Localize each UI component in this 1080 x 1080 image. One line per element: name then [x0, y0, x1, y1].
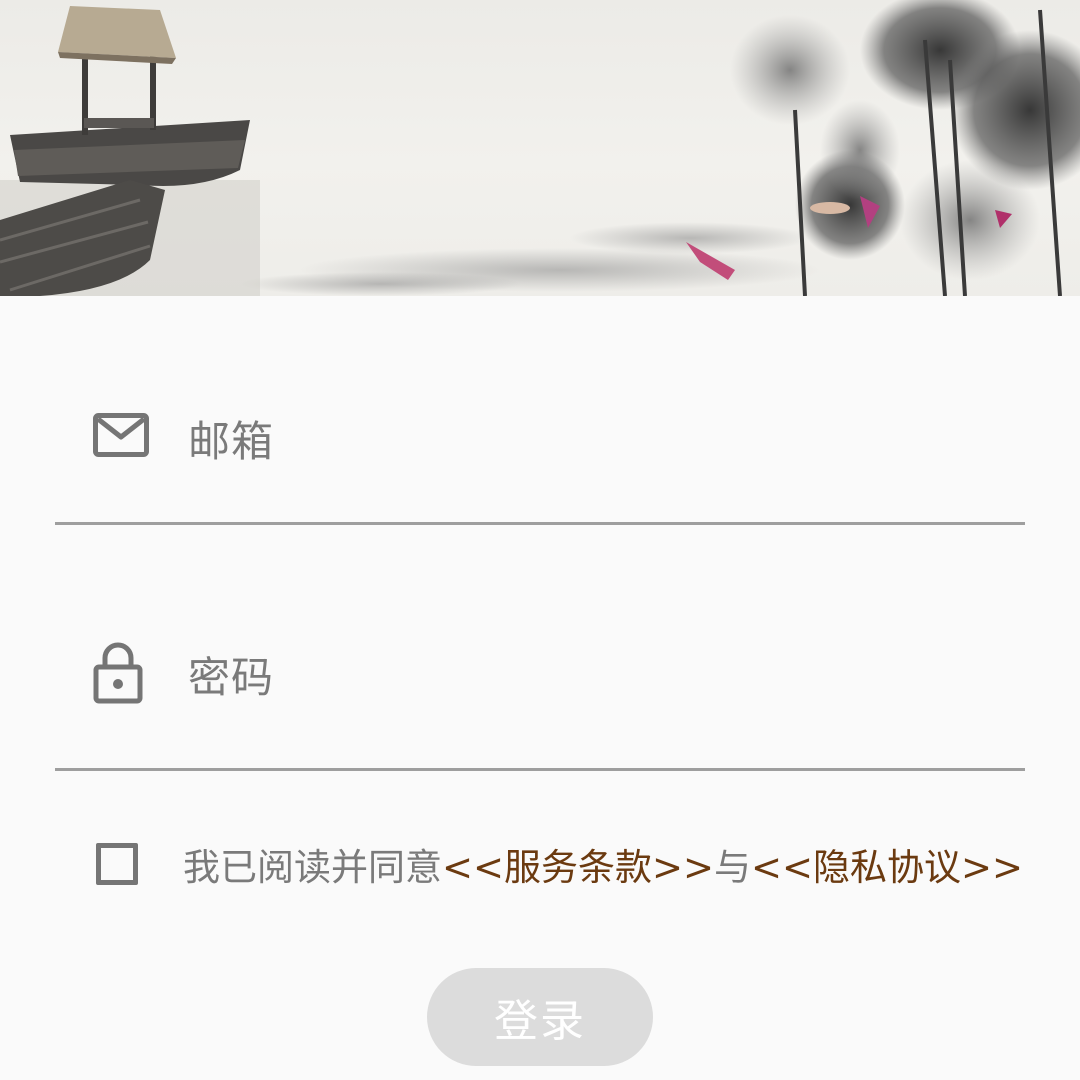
- login-button[interactable]: 登录: [427, 968, 653, 1066]
- lock-icon: [93, 642, 143, 708]
- password-field[interactable]: 密码: [55, 580, 1025, 771]
- privacy-policy-link[interactable]: <<隐私协议>>: [751, 846, 1023, 889]
- agreement-prefix: 我已阅读并同意: [183, 846, 442, 889]
- email-placeholder: 邮箱: [188, 417, 275, 466]
- agreement-conjunction: 与: [714, 846, 752, 889]
- mail-icon: [93, 413, 149, 461]
- agreement-text: 我已阅读并同意<<服务条款>>与<<隐私协议>>: [183, 837, 1023, 891]
- password-placeholder: 密码: [188, 653, 275, 702]
- terms-of-service-link[interactable]: <<服务条款>>: [442, 846, 714, 889]
- agreement-checkbox[interactable]: [96, 843, 138, 885]
- agreement-row: 我已阅读并同意<<服务条款>>与<<隐私协议>>: [96, 838, 1023, 890]
- email-field[interactable]: 邮箱: [55, 340, 1025, 525]
- ink-landscape-illustration: [0, 0, 1080, 296]
- header-banner-image: [0, 0, 1080, 296]
